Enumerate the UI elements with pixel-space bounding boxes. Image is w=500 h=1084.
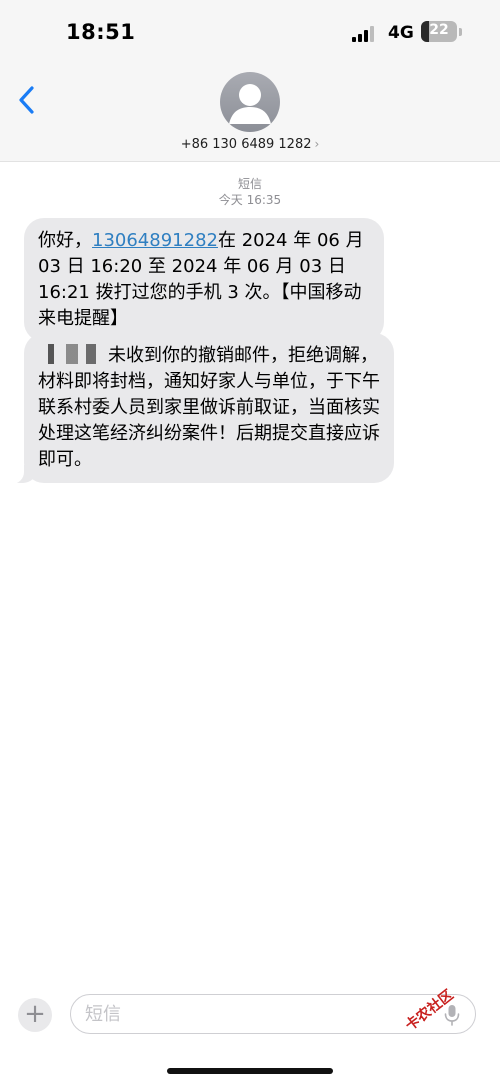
chevron-right-icon: › bbox=[314, 137, 320, 151]
status-time: 18:51 bbox=[66, 20, 136, 44]
contact-number: +86 130 6489 1282 bbox=[180, 137, 312, 152]
battery-percent: 22 bbox=[429, 22, 449, 38]
battery-tip bbox=[459, 28, 462, 36]
cellular-signal-icon bbox=[352, 26, 378, 42]
service-label: 短信 bbox=[237, 177, 262, 191]
thread-header: 短信 今天 16:35 bbox=[0, 176, 500, 208]
message-bubble[interactable]: 你好，13064891282在 2024 年 06 月 03 日 16:20 至… bbox=[24, 218, 384, 342]
thread-timestamp: 今天 16:35 bbox=[218, 193, 282, 207]
back-chevron-icon bbox=[19, 86, 34, 114]
home-indicator[interactable] bbox=[167, 1068, 333, 1074]
conversation-header: 18:51 4G 22 +86 130 6489 1282 › bbox=[0, 0, 500, 162]
message-bubble[interactable]: 未收到你的撤销邮件，拒绝调解，材料即将封档，通知好家人与单位，于下午联系村委人员… bbox=[2, 333, 394, 484]
back-button[interactable] bbox=[12, 82, 42, 118]
contact-number-button[interactable]: +86 130 6489 1282 › bbox=[0, 137, 500, 152]
phone-number-link[interactable]: 13064891282 bbox=[92, 230, 218, 251]
network-type: 4G bbox=[388, 23, 414, 43]
battery-icon: 22 bbox=[421, 21, 457, 42]
status-bar: 18:51 4G 22 bbox=[0, 0, 500, 66]
contact-avatar[interactable] bbox=[220, 72, 280, 132]
avatar-person-icon bbox=[229, 84, 271, 124]
plus-icon[interactable]: + bbox=[18, 998, 52, 1032]
redacted-name bbox=[38, 344, 102, 364]
message-text-prefix: 你好， bbox=[38, 230, 92, 251]
